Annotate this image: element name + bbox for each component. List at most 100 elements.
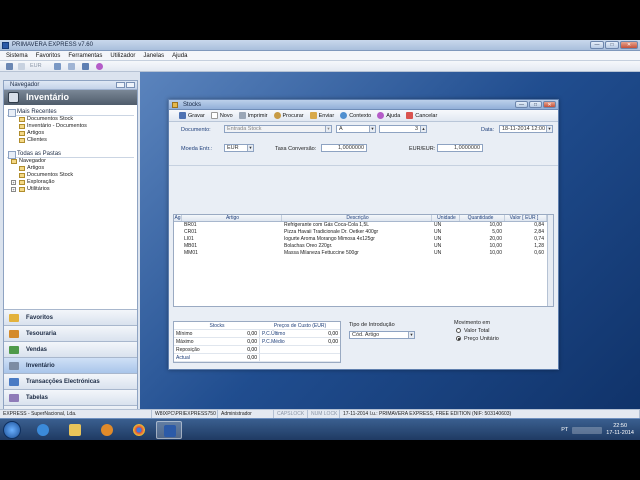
- tree-item[interactable]: Artigos: [7, 165, 134, 172]
- stocks-close-button[interactable]: ✕: [543, 101, 556, 108]
- col-ag[interactable]: Ag: [174, 215, 182, 221]
- col-quantidade[interactable]: Quantidade: [460, 215, 505, 221]
- col-unidade[interactable]: Unidade: [432, 215, 460, 221]
- module-list: Favoritos Tesouraria Vendas Inventário T…: [4, 309, 137, 405]
- recent-item[interactable]: Documentos Stock: [7, 116, 134, 123]
- taskbar-media[interactable]: [94, 421, 120, 439]
- preco-unitario-radio[interactable]: [456, 336, 461, 341]
- expand-icon[interactable]: +: [11, 187, 16, 192]
- settings-icon[interactable]: [6, 63, 13, 70]
- treasury-icon: [9, 330, 19, 338]
- menu-utilizador[interactable]: Utilizador: [110, 51, 135, 60]
- context-button[interactable]: Contexto: [340, 112, 371, 119]
- navigator-pane: Navegador Inventário Mais Recentes Docum…: [3, 80, 138, 420]
- recent-section-title[interactable]: Mais Recentes: [7, 108, 134, 117]
- table-row[interactable]: MB01 Bolachas Oreo 220gr. UN 10,00 1,28: [174, 243, 553, 250]
- numero-field[interactable]: 3 ▲: [379, 125, 427, 133]
- close-button[interactable]: ✕: [620, 41, 638, 49]
- chevron-down-icon[interactable]: ▼: [408, 332, 414, 338]
- module-tabelas[interactable]: Tabelas: [4, 389, 137, 405]
- eur-rate-field[interactable]: 1,0000000: [437, 144, 483, 152]
- main-toolbar: EUR: [0, 61, 640, 72]
- menu-sistema[interactable]: Sistema: [6, 51, 28, 60]
- help-icon[interactable]: [96, 63, 103, 70]
- menu-ajuda[interactable]: Ajuda: [172, 51, 187, 60]
- menu-favoritos[interactable]: Favoritos: [36, 51, 61, 60]
- browser-icon: [37, 424, 49, 436]
- moeda-field[interactable]: EUR ▼: [224, 144, 254, 152]
- stocks-maximize-button[interactable]: □: [529, 101, 542, 108]
- transactions-icon: [9, 378, 19, 386]
- documento-field[interactable]: Entrada Stock ▼: [224, 125, 332, 133]
- col-descricao[interactable]: Descrição: [282, 215, 432, 221]
- table-row[interactable]: CR01 Pizza Havaii Tradicionale Dr. Oetker…: [174, 229, 553, 236]
- module-inventario[interactable]: Inventário: [4, 357, 137, 373]
- tools-icon[interactable]: [54, 63, 61, 70]
- stocks-window-controls: — □ ✕: [515, 101, 556, 108]
- col-valor[interactable]: Valor [ EUR ]: [505, 215, 547, 221]
- print-button[interactable]: Imprimir: [238, 112, 268, 119]
- menu-bar: Sistema Favoritos Ferramentas Utilizador…: [0, 51, 640, 61]
- clock[interactable]: 22:50 17-11-2014: [606, 423, 634, 437]
- grid-scrollbar[interactable]: [547, 215, 553, 306]
- menu-ferramentas[interactable]: Ferramentas: [68, 51, 102, 60]
- table-row[interactable]: BR01 Refrigerante com Gás Coca-Cola 1,5L U…: [174, 222, 553, 229]
- movimento-label: Movimento em: [454, 320, 491, 326]
- pin-button[interactable]: [116, 82, 125, 88]
- taskbar-chrome[interactable]: [126, 421, 152, 439]
- module-vendas[interactable]: Vendas: [4, 341, 137, 357]
- tree-item[interactable]: + Utilitários: [7, 186, 134, 193]
- recent-item[interactable]: Clientes: [7, 137, 134, 144]
- save-button[interactable]: Gravar: [179, 112, 205, 119]
- date-field[interactable]: 18-11-2014 12:00 ▼: [499, 125, 553, 133]
- module-transaccoes[interactable]: Transacções Electrónicas: [4, 373, 137, 389]
- send-icon: [309, 112, 317, 119]
- tipo-select[interactable]: Cód. Artigo ▼: [349, 331, 415, 339]
- table-row[interactable]: MM01 Massa Milaneza Fettuccine 500gr UN 10,…: [174, 250, 553, 257]
- serie-field[interactable]: A ▼: [336, 125, 376, 133]
- app-title: PRIMAVERA EXPRESS v7.60: [12, 42, 93, 48]
- module-tesouraria[interactable]: Tesouraria: [4, 325, 137, 341]
- module-favoritos[interactable]: Favoritos: [4, 309, 137, 325]
- help-button[interactable]: Ajuda: [377, 112, 400, 119]
- taskbar-explorer[interactable]: [62, 421, 88, 439]
- close-pane-button[interactable]: [126, 82, 135, 88]
- calendar-icon[interactable]: ▼: [546, 126, 552, 132]
- new-icon: [210, 112, 218, 119]
- chevron-down-icon[interactable]: ▼: [369, 126, 375, 132]
- all-folders-section: Todas as Pastas Navegador Artigos Docume…: [7, 150, 134, 193]
- menu-janelas[interactable]: Janelas: [143, 51, 164, 60]
- navigator-icon[interactable]: [68, 63, 75, 70]
- table-row[interactable]: LI01 Iogurte Aroma Morango Mimosa 4x125gr…: [174, 236, 553, 243]
- maximize-button[interactable]: □: [605, 41, 619, 49]
- chevron-down-icon[interactable]: ▼: [247, 145, 253, 151]
- start-button[interactable]: [3, 421, 21, 439]
- taskbar-primavera[interactable]: [156, 421, 182, 439]
- taxa-field[interactable]: 1,0000000: [321, 144, 367, 152]
- tray-icons[interactable]: [572, 426, 603, 434]
- recent-item[interactable]: Artigos: [7, 130, 134, 137]
- spinner-icon[interactable]: ▲: [420, 126, 426, 132]
- inventory-icon: [8, 92, 19, 103]
- window-icon[interactable]: [82, 63, 89, 70]
- stocks-toolbar: Gravar Novo Imprimir Procurar Enviar Con…: [169, 110, 558, 122]
- expand-icon[interactable]: +: [11, 180, 16, 185]
- stocks-minimize-button[interactable]: —: [515, 101, 528, 108]
- valor-total-radio[interactable]: [456, 328, 461, 333]
- tree-item[interactable]: Documentos Stock: [7, 172, 134, 179]
- new-button[interactable]: Novo: [210, 112, 233, 119]
- taskbar-ie[interactable]: [30, 421, 56, 439]
- document-form: Documento: Entrada Stock ▼ A ▼ 3 ▲ Data: 18…: [169, 122, 558, 166]
- tree-root[interactable]: Navegador: [7, 158, 134, 165]
- col-artigo[interactable]: Artigo: [182, 215, 282, 221]
- tree-item[interactable]: + Exploração: [7, 179, 134, 186]
- all-folders-title[interactable]: Todas as Pastas: [7, 150, 134, 159]
- valor-total-label: Valor Total: [464, 328, 490, 334]
- cancel-button[interactable]: Cancelar: [406, 112, 437, 119]
- search-button[interactable]: Procurar: [273, 112, 304, 119]
- send-button[interactable]: Enviar: [309, 112, 334, 119]
- recent-item[interactable]: Inventário - Documentos: [7, 123, 134, 130]
- chevron-down-icon[interactable]: ▼: [325, 126, 331, 132]
- minimize-button[interactable]: —: [590, 41, 604, 49]
- language-indicator[interactable]: PT: [561, 427, 568, 433]
